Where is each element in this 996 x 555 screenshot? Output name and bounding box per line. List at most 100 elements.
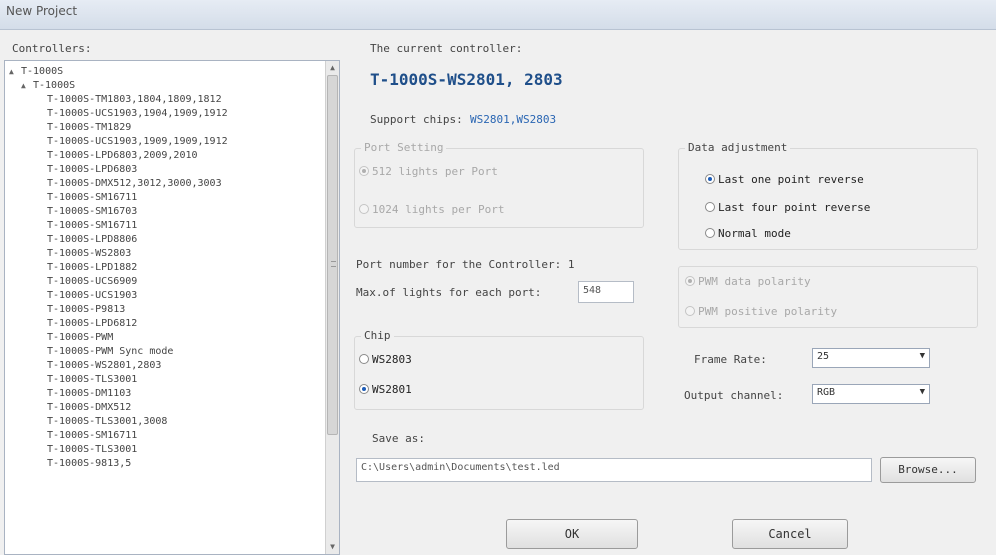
cancel-button[interactable]: Cancel — [732, 519, 848, 549]
tree-item[interactable]: ▲ T-1000S — [5, 65, 327, 79]
current-controller-value: T-1000S-WS2801, 2803 — [370, 70, 563, 89]
controllers-tree[interactable]: ▲ T-1000S ▲ T-1000S T-1000S-TM1803,1804,1809… — [4, 60, 340, 555]
tree-item[interactable]: T-1000S-UCS6909 — [5, 275, 327, 289]
tree-item-label: T-1000S — [33, 80, 76, 91]
expand-toggle-icon[interactable]: ▲ — [21, 79, 26, 93]
chip-title: Chip — [361, 329, 394, 342]
chevron-down-icon: ▼ — [919, 387, 925, 397]
radio-dot — [359, 354, 369, 364]
tree-item[interactable]: T-1000S-TLS3001 — [5, 373, 327, 387]
radio-last-one-reverse[interactable]: Last one point reverse — [705, 173, 864, 186]
radio-1024-label: 1024 lights per Port — [372, 203, 505, 216]
radio-ws2803[interactable]: WS2803 — [359, 353, 412, 366]
tree-item[interactable]: T-1000S-SM16711 — [5, 429, 327, 443]
radio-dot — [705, 228, 715, 238]
tree-item-label: T-1000S-UCS1903,1909,1909,1912 — [47, 136, 228, 147]
port-number-label: Port number for the Controller: 1 — [356, 258, 575, 271]
frame-rate-select[interactable]: 25 ▼ — [812, 348, 930, 368]
radio-last-one-label: Last one point reverse — [718, 173, 864, 186]
radio-pwm-positive-polarity[interactable]: PWM positive polarity — [685, 305, 837, 318]
save-as-label: Save as: — [372, 432, 425, 445]
tree-item[interactable]: T-1000S-TLS3001,3008 — [5, 415, 327, 429]
frame-rate-value: 25 — [817, 351, 830, 362]
tree-item-label: T-1000S-LPD8806 — [47, 234, 138, 245]
tree-item[interactable]: T-1000S-SM16711 — [5, 219, 327, 233]
tree-item-label: T-1000S-UCS6909 — [47, 276, 138, 287]
grip-icon — [331, 261, 336, 267]
output-channel-select[interactable]: RGB ▼ — [812, 384, 930, 404]
tree-item[interactable]: T-1000S-P9813 — [5, 303, 327, 317]
radio-normal-label: Normal mode — [718, 227, 791, 240]
tree-item[interactable]: T-1000S-TM1829 — [5, 121, 327, 135]
browse-button[interactable]: Browse... — [880, 457, 976, 483]
max-lights-input[interactable]: 548 — [578, 281, 634, 303]
tree-item[interactable]: T-1000S-UCS1903,1904,1909,1912 — [5, 107, 327, 121]
tree-item[interactable]: T-1000S-SM16711 — [5, 191, 327, 205]
tree-item[interactable]: T-1000S-TM1803,1804,1809,1812 — [5, 93, 327, 107]
tree-item[interactable]: T-1000S-WS2801,2803 — [5, 359, 327, 373]
radio-pwm-data-polarity[interactable]: PWM data polarity — [685, 275, 811, 288]
radio-normal-mode[interactable]: Normal mode — [705, 227, 791, 240]
tree-item-label: T-1000S-TLS3001,3008 — [47, 416, 168, 427]
tree-item[interactable]: T-1000S-SM16703 — [5, 205, 327, 219]
save-path-input[interactable]: C:\Users\admin\Documents\test.led — [356, 458, 872, 482]
ok-button[interactable]: OK — [506, 519, 638, 549]
tree-item-label: T-1000S-WS2803 — [47, 248, 132, 259]
tree-item-label: T-1000S-SM16703 — [47, 206, 138, 217]
tree-item-label: T-1000S-PWM — [47, 332, 114, 343]
data-adjustment-title: Data adjustment — [685, 141, 791, 154]
radio-pwm-positive-label: PWM positive polarity — [698, 305, 838, 318]
pwm-polarity-group: PWM data polarity PWM positive polarity — [678, 266, 978, 328]
tree-item[interactable]: T-1000S-LPD6803 — [5, 163, 327, 177]
radio-512-lights[interactable]: 512 lights per Port — [359, 165, 498, 178]
tree-item[interactable]: T-1000S-UCS1903,1909,1909,1912 — [5, 135, 327, 149]
tree-item-label: T-1000S-TLS3001 — [47, 444, 138, 455]
tree-item-label: T-1000S-PWM Sync mode — [47, 346, 174, 357]
tree-scrollbar[interactable]: ▲ ▼ — [325, 61, 339, 554]
radio-last-four-reverse[interactable]: Last four point reverse — [705, 201, 870, 214]
radio-512-label: 512 lights per Port — [372, 165, 498, 178]
tree-item[interactable]: T-1000S-WS2803 — [5, 247, 327, 261]
tree-item[interactable]: T-1000S-PWM — [5, 331, 327, 345]
tree-item[interactable]: T-1000S-DMX512 — [5, 401, 327, 415]
output-channel-label: Output channel: — [684, 389, 784, 402]
radio-dot — [705, 174, 715, 184]
tree-item-label: T-1000S-P9813 — [47, 304, 126, 315]
tree-item-label: T-1000S-LPD6803,2009,2010 — [47, 150, 198, 161]
support-chips-value: WS2801,WS2803 — [470, 113, 557, 126]
tree-item[interactable]: T-1000S-DM1103 — [5, 387, 327, 401]
tree-item[interactable]: T-1000S-PWM Sync mode — [5, 345, 327, 359]
radio-ws2801[interactable]: WS2801 — [359, 383, 412, 396]
tree-items: ▲ T-1000S ▲ T-1000S T-1000S-TM1803,1804,1809… — [5, 65, 327, 471]
radio-dot — [359, 204, 369, 214]
tree-item[interactable]: T-1000S-UCS1903 — [5, 289, 327, 303]
tree-item[interactable]: T-1000S-LPD6803,2009,2010 — [5, 149, 327, 163]
radio-dot — [359, 166, 369, 176]
scroll-up-icon[interactable]: ▲ — [326, 61, 339, 75]
tree-item-label: T-1000S-LPD6812 — [47, 318, 138, 329]
output-channel-value: RGB — [817, 387, 836, 398]
tree-item-label: T-1000S-WS2801,2803 — [47, 360, 162, 371]
scroll-thumb[interactable] — [327, 75, 338, 435]
radio-ws2801-label: WS2801 — [372, 383, 412, 396]
tree-item-label: T-1000S-UCS1903 — [47, 290, 138, 301]
scroll-down-icon[interactable]: ▼ — [326, 540, 339, 554]
tree-item-label: T-1000S — [21, 66, 64, 77]
tree-item[interactable]: T-1000S-LPD6812 — [5, 317, 327, 331]
tree-item[interactable]: T-1000S-DMX512,3012,3000,3003 — [5, 177, 327, 191]
frame-rate-label: Frame Rate: — [694, 353, 767, 366]
radio-dot — [685, 306, 695, 316]
tree-item[interactable]: ▲ T-1000S — [5, 79, 327, 93]
window-title: New Project — [6, 4, 78, 18]
radio-last-four-label: Last four point reverse — [718, 201, 871, 214]
tree-item-label: T-1000S-DMX512 — [47, 402, 132, 413]
port-setting-group: Port Setting 512 lights per Port 1024 li… — [354, 141, 644, 228]
expand-toggle-icon[interactable]: ▲ — [9, 65, 14, 79]
tree-item[interactable]: T-1000S-LPD1882 — [5, 261, 327, 275]
tree-item[interactable]: T-1000S-TLS3001 — [5, 443, 327, 457]
controllers-label: Controllers: — [12, 42, 92, 55]
radio-1024-lights[interactable]: 1024 lights per Port — [359, 203, 504, 216]
max-lights-label: Max.of lights for each port: — [356, 286, 542, 299]
tree-item[interactable]: T-1000S-9813,5 — [5, 457, 327, 471]
tree-item[interactable]: T-1000S-LPD8806 — [5, 233, 327, 247]
